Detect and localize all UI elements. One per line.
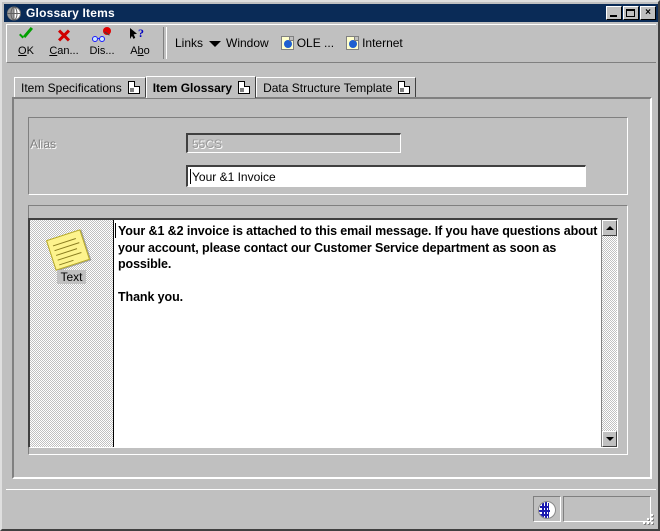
- caret-up-icon: [605, 226, 614, 230]
- window-title: Glossary Items: [26, 6, 115, 20]
- alias-input[interactable]: 55CS: [186, 133, 401, 153]
- alias-label: Alias: [30, 137, 57, 151]
- ok-button-label: OK: [18, 45, 34, 57]
- chevron-down-icon[interactable]: [209, 41, 222, 47]
- text-caret: [190, 169, 191, 184]
- editor-caret: [115, 223, 116, 238]
- check-icon: [15, 27, 37, 44]
- toolbar-separator: [163, 27, 167, 59]
- minimize-button[interactable]: [606, 6, 622, 20]
- status-message-cell: [563, 496, 651, 522]
- about-button[interactable]: ? Abo: [121, 25, 159, 61]
- glossary-items-window: Glossary Items × OK Can... Dis... ? Abo …: [0, 0, 660, 531]
- tab-item-glossary[interactable]: Item Glossary: [145, 76, 257, 98]
- tab-item-specifications[interactable]: Item Specifications: [14, 77, 146, 97]
- tab-data-structure-template[interactable]: Data Structure Template: [256, 77, 417, 97]
- tab-item-specifications-label: Item Specifications: [21, 80, 122, 95]
- ole-link-item[interactable]: OLE ...: [280, 36, 335, 50]
- internet-link-item[interactable]: Internet: [346, 36, 403, 50]
- sticky-note-icon: [45, 229, 91, 271]
- scroll-up-button[interactable]: [602, 220, 617, 236]
- text-icon-pane[interactable]: Text: [30, 220, 114, 447]
- close-icon: ×: [645, 7, 651, 18]
- status-globe-cell[interactable]: [533, 496, 561, 522]
- scroll-down-button[interactable]: [602, 431, 617, 447]
- toolbar-links-group: Links Window OLE ... Internet: [171, 25, 415, 62]
- close-button[interactable]: ×: [640, 6, 656, 20]
- status-globe-icon: [538, 501, 556, 519]
- cancel-x-icon: [53, 27, 75, 44]
- page-corner-icon: [398, 81, 411, 94]
- description-input-value: Your &1 Invoice: [192, 170, 276, 184]
- tab-strip: Item Specifications Item Glossary Data S…: [14, 76, 434, 98]
- scrollbar-track[interactable]: [602, 236, 617, 431]
- glossary-text-body: Your &1 &2 invoice is attached to this e…: [118, 224, 598, 304]
- cancel-button[interactable]: Can...: [45, 25, 83, 61]
- display-button[interactable]: Dis...: [83, 25, 121, 61]
- window-menu-item[interactable]: Window: [226, 36, 269, 50]
- alias-input-value: 55CS: [192, 137, 223, 151]
- links-label: Links: [175, 36, 204, 50]
- caret-down-icon: [605, 437, 614, 441]
- tab-item-glossary-label: Item Glossary: [152, 80, 233, 95]
- cancel-button-label: Can...: [49, 45, 79, 57]
- resize-grip[interactable]: [640, 511, 654, 525]
- maximize-button[interactable]: [623, 6, 639, 20]
- ole-link-label: OLE ...: [296, 36, 335, 50]
- description-input[interactable]: Your &1 Invoice: [186, 165, 586, 187]
- glossary-text-editor: Text Your &1 &2 invoice is attached to t…: [28, 218, 618, 448]
- ole-page-globe-icon: [280, 36, 294, 50]
- window-menu-label: Window: [226, 36, 269, 50]
- display-button-label: Dis...: [89, 45, 115, 57]
- title-bar[interactable]: Glossary Items ×: [4, 4, 658, 22]
- page-corner-icon: [127, 81, 140, 94]
- ok-button[interactable]: OK: [7, 25, 45, 61]
- glossary-text-pane[interactable]: Your &1 &2 invoice is attached to this e…: [114, 220, 601, 447]
- display-glasses-icon: [91, 27, 113, 44]
- internet-link-label: Internet: [362, 36, 403, 50]
- about-button-label: Abo: [130, 45, 150, 57]
- vertical-scrollbar[interactable]: [601, 220, 617, 447]
- tab-data-structure-template-label: Data Structure Template: [263, 80, 393, 95]
- internet-page-globe-icon: [346, 36, 360, 50]
- page-corner-icon: [238, 81, 251, 94]
- status-bar: [6, 489, 656, 527]
- toolbar-actions-group: OK Can... Dis... ? Abo: [7, 25, 159, 62]
- window-globe-icon: [6, 6, 22, 21]
- help-arrow-icon: ?: [129, 26, 151, 44]
- text-icon-label: Text: [57, 270, 86, 284]
- toolbar: OK Can... Dis... ? Abo Links Window OLE …: [6, 24, 656, 63]
- text-icon-label-wrap: Text: [30, 270, 113, 284]
